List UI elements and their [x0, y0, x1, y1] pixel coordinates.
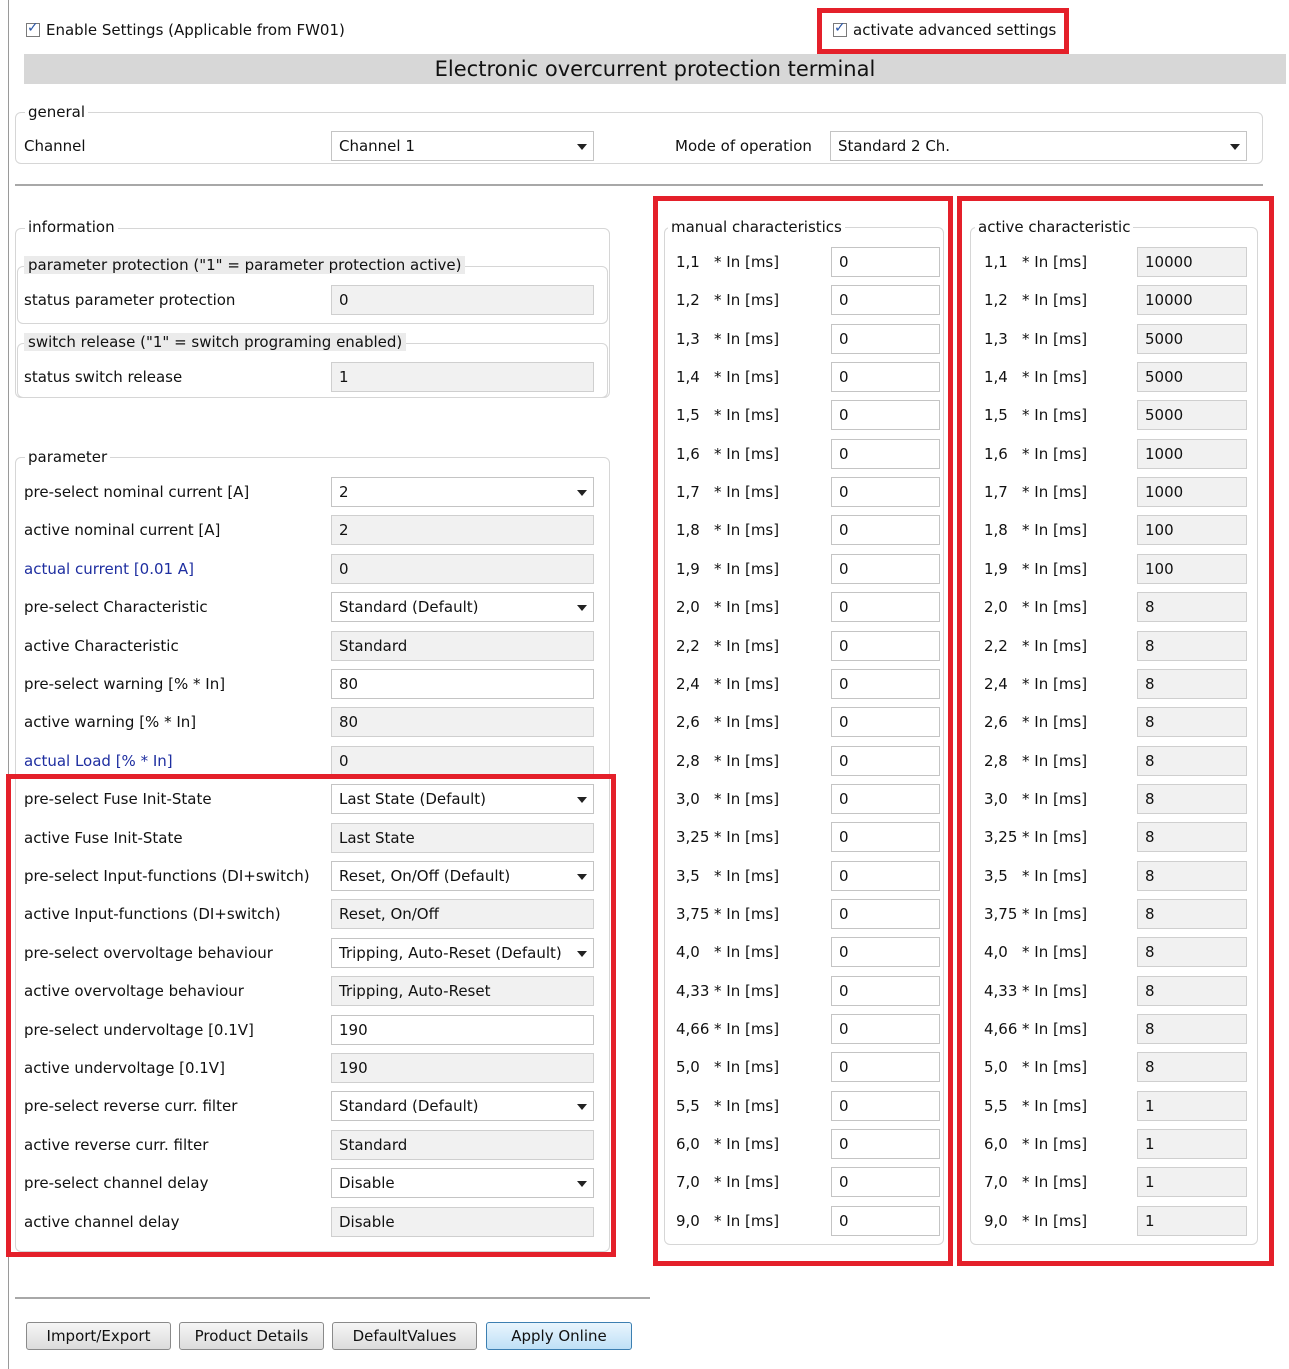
parameter-field-value: 80 — [339, 675, 359, 693]
advanced-settings-check-icon[interactable] — [833, 20, 847, 37]
parameter-label: pre-select Characteristic — [24, 598, 208, 616]
parameter-legend: parameter — [25, 448, 111, 466]
channel-label: Channel — [24, 137, 86, 155]
parameter-label: actual current [0.01 A] — [24, 560, 194, 578]
parameter-value: 0 — [331, 746, 594, 776]
chevron-down-icon[interactable] — [577, 490, 587, 496]
mode-label: Mode of operation — [675, 137, 812, 155]
parameter-select[interactable]: Standard (Default) — [331, 592, 594, 622]
status-param-protection-label: status parameter protection — [24, 291, 236, 309]
enable-settings-checkbox[interactable]: Enable Settings (Applicable from FW01) — [26, 20, 345, 39]
chevron-down-icon[interactable] — [577, 605, 587, 611]
enable-settings-label: Enable Settings (Applicable from FW01) — [46, 21, 345, 39]
divider-top — [15, 184, 1263, 186]
status-switch-release-label: status switch release — [24, 368, 183, 386]
product-details-button[interactable]: Product Details — [179, 1322, 324, 1350]
advanced-settings-label: activate advanced settings — [853, 21, 1057, 39]
apply-online-button[interactable]: Apply Online — [486, 1322, 632, 1350]
channel-select-value: Channel 1 — [339, 137, 415, 155]
channel-select[interactable]: Channel 1 — [331, 131, 594, 161]
parameter-value: Standard — [331, 631, 594, 661]
page-title: Electronic overcurrent protection termin… — [24, 54, 1286, 84]
chevron-down-icon[interactable] — [577, 144, 587, 150]
parameter-field-value: 0 — [339, 560, 349, 578]
information-legend: information — [25, 218, 118, 236]
param-protection-legend: parameter protection ("1" = parameter pr… — [24, 256, 466, 274]
manual-characteristics-highlight — [653, 196, 953, 1266]
parameter-label: actual Load [% * In] — [24, 752, 173, 770]
parameter-select[interactable]: 2 — [331, 477, 594, 507]
parameter-value: 0 — [331, 554, 594, 584]
general-legend: general — [25, 103, 89, 121]
advanced-settings-checkbox[interactable]: activate advanced settings — [833, 20, 1057, 39]
parameter-field-value: Standard (Default) — [339, 598, 479, 616]
parameter-field-value: 2 — [339, 521, 349, 539]
default-values-button[interactable]: DefaultValues — [332, 1322, 477, 1350]
import-export-button[interactable]: Import/Export — [26, 1322, 171, 1350]
parameter-value: 80 — [331, 707, 594, 737]
parameter-field-value: 80 — [339, 713, 359, 731]
status-switch-release-field: 1 — [331, 362, 594, 392]
parameter-field-value: Standard — [339, 637, 408, 655]
parameter-label: active nominal current [A] — [24, 521, 221, 539]
parameter-label: pre-select nominal current [A] — [24, 483, 250, 501]
switch-release-legend: switch release ("1" = switch programing … — [24, 333, 407, 351]
status-param-protection-field: 0 — [331, 285, 594, 315]
advanced-parameters-highlight — [6, 774, 616, 1257]
parameter-label: pre-select warning [% * In] — [24, 675, 226, 693]
mode-select-value: Standard 2 Ch. — [838, 137, 951, 155]
active-characteristic-highlight — [957, 196, 1274, 1266]
mode-select[interactable]: Standard 2 Ch. — [830, 131, 1247, 161]
parameter-field-value: 2 — [339, 483, 349, 501]
parameter-input[interactable]: 80 — [331, 669, 594, 699]
divider-bottom — [15, 1297, 650, 1299]
parameter-label: active Characteristic — [24, 637, 179, 655]
chevron-down-icon[interactable] — [1230, 144, 1240, 150]
parameter-field-value: 0 — [339, 752, 349, 770]
parameter-label: active warning [% * In] — [24, 713, 197, 731]
enable-settings-check-icon[interactable] — [26, 20, 40, 37]
parameter-value: 2 — [331, 515, 594, 545]
